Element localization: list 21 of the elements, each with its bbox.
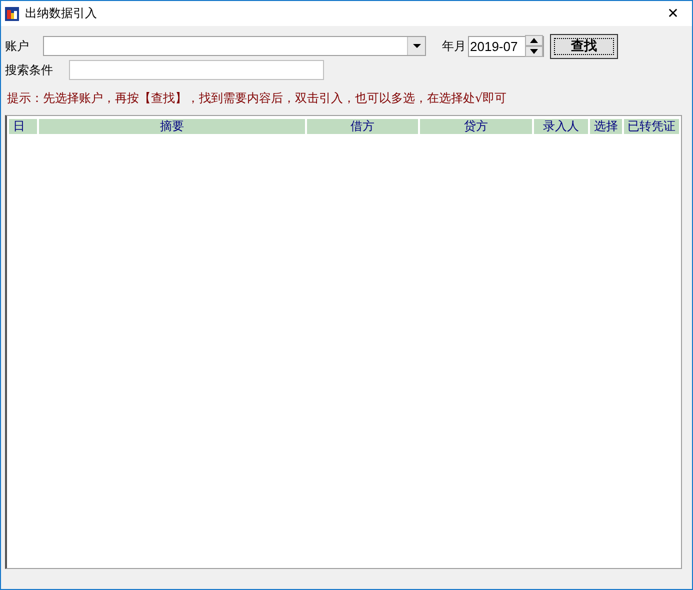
find-button[interactable]: 查找 — [550, 34, 618, 58]
close-button[interactable]: ✕ — [658, 6, 688, 22]
account-label: 账户 — [5, 38, 29, 54]
search-label: 搜索条件 — [5, 62, 53, 78]
account-dropdown[interactable] — [43, 36, 426, 56]
window-title: 出纳数据引入 — [25, 5, 98, 22]
spin-down-icon[interactable] — [525, 46, 543, 57]
dropdown-arrow-icon — [412, 44, 420, 48]
column-header[interactable]: 摘要 — [38, 119, 305, 134]
app-icon — [5, 6, 19, 20]
spin-up-icon[interactable] — [525, 35, 543, 46]
column-header[interactable]: 贷方 — [420, 119, 532, 134]
search-field[interactable] — [69, 60, 324, 80]
column-header[interactable]: 选择 — [590, 119, 622, 134]
column-header[interactable]: 已转凭证 — [624, 119, 679, 134]
period-label: 年月 — [442, 38, 466, 54]
column-header[interactable]: 日 — [9, 119, 37, 134]
column-header[interactable]: 录入人 — [534, 119, 588, 134]
column-header[interactable]: 借方 — [307, 119, 418, 134]
hint-text: 提示：先选择账户，再按【查找】，找到需要内容后，双击引入，也可以多选，在选择处√即可 — [7, 90, 508, 107]
period-field[interactable]: 2019-07 — [468, 36, 544, 56]
